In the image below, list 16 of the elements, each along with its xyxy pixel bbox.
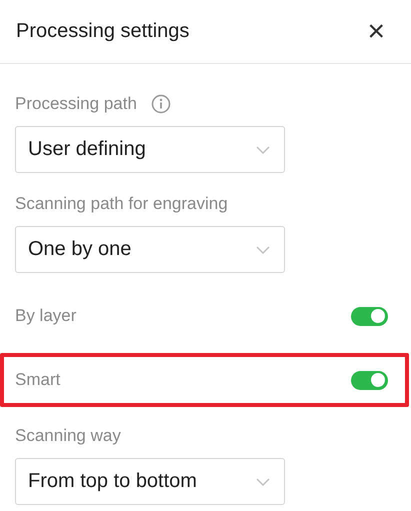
info-icon[interactable] [150, 94, 171, 114]
field-label: Scanning path for engraving [15, 194, 228, 214]
field-label: Scanning way [15, 426, 121, 446]
setting-label: By layer [15, 306, 76, 326]
setting-label: Smart [15, 370, 60, 390]
dropdown[interactable]: One by one [15, 226, 285, 273]
toggle-switch[interactable] [351, 370, 388, 390]
dropdown[interactable]: User defining [15, 126, 285, 173]
field-label: Processing path [15, 94, 137, 114]
toggle-switch[interactable] [351, 306, 388, 326]
panel-title: Processing settings [16, 20, 190, 43]
chevron-down-icon [256, 478, 270, 486]
dropdown[interactable]: From top to bottom [15, 458, 285, 505]
chevron-down-icon [256, 146, 270, 154]
chevron-down-icon [256, 246, 270, 254]
close-button[interactable]: × [367, 16, 385, 46]
